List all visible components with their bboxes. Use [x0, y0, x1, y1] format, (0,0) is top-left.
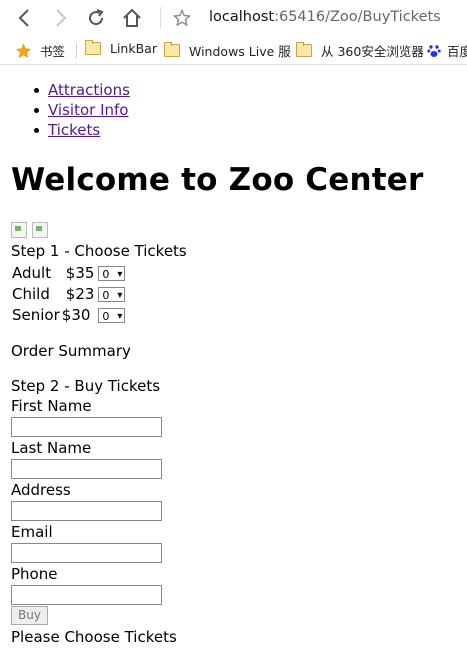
- star-icon[interactable]: [172, 8, 192, 28]
- home-icon[interactable]: [122, 8, 142, 28]
- bookmark-label: Windows Live 服: [189, 44, 291, 59]
- bookmark-item-windows-live[interactable]: Windows Live 服: [164, 41, 291, 60]
- ticket-row-senior: Senior $30 0: [12, 304, 126, 325]
- menu-link[interactable]: Attractions: [48, 81, 130, 99]
- address-bar[interactable]: localhost:65416/Zoo/BuyTickets: [209, 9, 441, 25]
- bookmark-label: 百度: [447, 44, 467, 59]
- quantity-select[interactable]: 0: [98, 307, 126, 324]
- bookmark-label: 从 360安全浏览器: [321, 44, 424, 59]
- reload-icon[interactable]: [86, 8, 106, 28]
- toolbar-divider: [160, 7, 161, 29]
- folder-icon: [164, 42, 180, 57]
- menu-item-tickets: Tickets: [34, 120, 130, 140]
- address-input[interactable]: [11, 501, 162, 521]
- ticket-type: Senior: [12, 305, 60, 324]
- quantity-select[interactable]: 0: [98, 265, 126, 282]
- main-menu: Attractions Visitor Info Tickets: [34, 80, 130, 140]
- baidu-paw-icon: [427, 44, 441, 57]
- ticket-price: $30: [61, 305, 91, 324]
- menu-item-visitor-info: Visitor Info: [34, 100, 130, 120]
- page-title: Welcome to Zoo Center: [11, 162, 424, 198]
- first-name-input[interactable]: [11, 417, 162, 437]
- bookmarks-divider: [76, 43, 77, 58]
- menu-link[interactable]: Tickets: [48, 121, 100, 139]
- ticket-row-child: Child $23 0: [12, 283, 126, 304]
- first-name-label: First Name: [11, 397, 92, 415]
- menu-item-attractions: Attractions: [34, 80, 130, 100]
- step1-heading: Step 1 - Choose Tickets: [11, 242, 187, 260]
- broken-image-icon: [11, 222, 27, 238]
- folder-icon: [85, 40, 101, 55]
- last-name-input[interactable]: [11, 459, 162, 479]
- bookmark-star-icon: [15, 42, 32, 58]
- phone-input[interactable]: [11, 585, 162, 605]
- ticket-price: $23: [65, 284, 95, 303]
- order-summary: Order Summary: [11, 342, 131, 360]
- menu-link[interactable]: Visitor Info: [48, 101, 128, 119]
- ticket-table: Adult $35 0 Child $23 0 Senior $30 0: [10, 262, 127, 325]
- quantity-select[interactable]: 0: [98, 286, 126, 303]
- phone-label: Phone: [11, 565, 58, 583]
- bookmarks-bar: 书签 LinkBar Windows Live 服 从 360安全浏览器 百度: [0, 36, 467, 65]
- buy-button[interactable]: Buy: [11, 606, 48, 625]
- bookmark-item-baidu[interactable]: 百度: [427, 41, 467, 60]
- email-label: Email: [11, 523, 53, 541]
- forward-icon[interactable]: [51, 8, 71, 28]
- ticket-type: Adult: [12, 263, 52, 282]
- email-input[interactable]: [11, 543, 162, 563]
- browser-toolbar: localhost:65416/Zoo/BuyTickets: [0, 0, 467, 36]
- back-icon[interactable]: [14, 8, 34, 28]
- bookmark-label: LinkBar: [110, 41, 157, 56]
- status-message: Please Choose Tickets: [11, 628, 177, 646]
- bookmark-label: 书签: [40, 44, 66, 59]
- broken-image-icon: [32, 222, 48, 238]
- folder-icon: [296, 42, 312, 57]
- ticket-price: $35: [65, 263, 95, 282]
- address-path: :65416/Zoo/BuyTickets: [274, 9, 441, 25]
- step2-heading: Step 2 - Buy Tickets: [11, 377, 161, 395]
- ticket-type: Child: [12, 284, 50, 303]
- ticket-row-adult: Adult $35 0: [12, 262, 126, 283]
- bookmark-item-bookmarks[interactable]: 书签: [15, 41, 65, 60]
- address-label: Address: [11, 481, 71, 499]
- image-row: [11, 222, 48, 238]
- bookmark-item-360[interactable]: 从 360安全浏览器: [296, 41, 424, 60]
- last-name-label: Last Name: [11, 439, 92, 457]
- bookmark-item-linkbar[interactable]: LinkBar: [85, 40, 157, 56]
- address-host: localhost: [209, 9, 275, 25]
